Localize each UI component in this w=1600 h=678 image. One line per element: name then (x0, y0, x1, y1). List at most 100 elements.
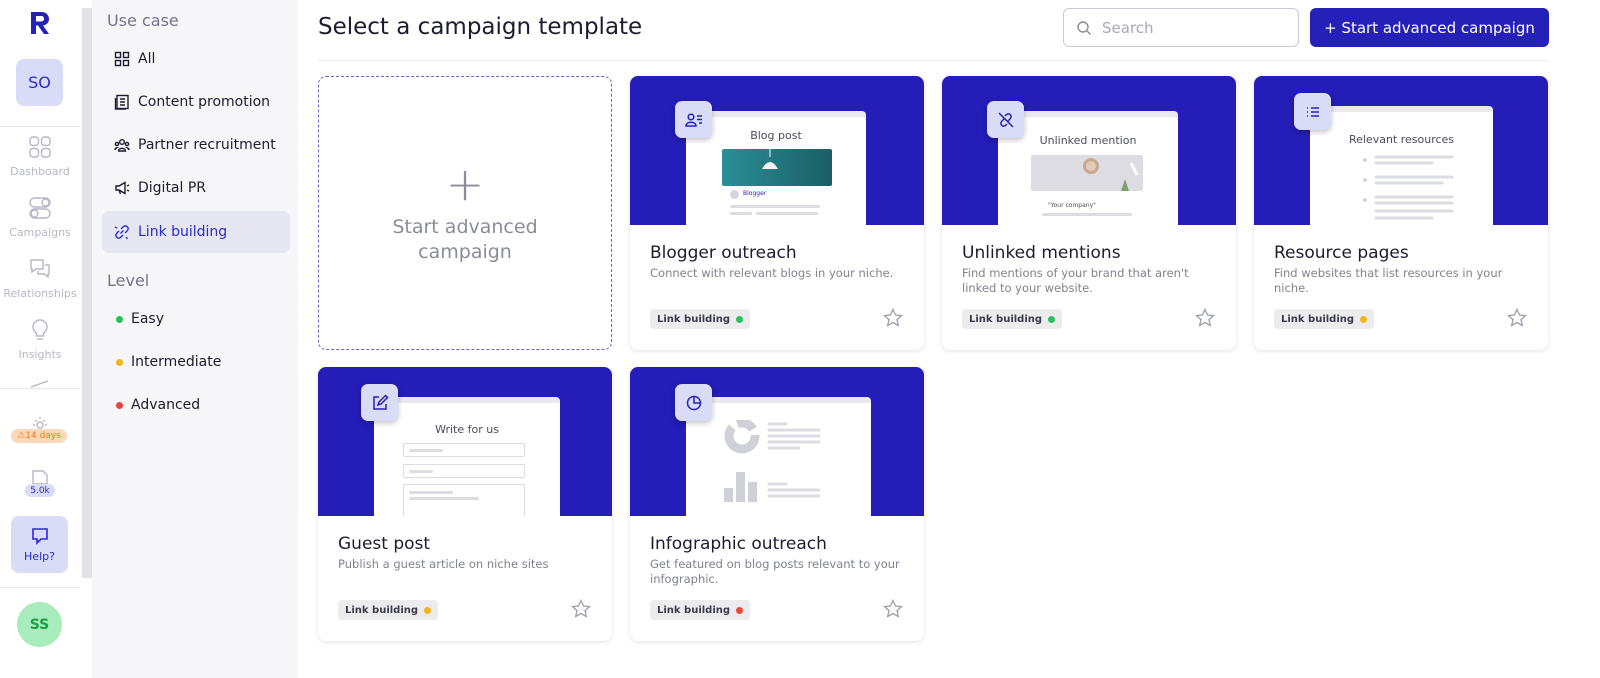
rail-divider (0, 388, 80, 389)
rail-divider (0, 587, 80, 588)
filter-use-case-all[interactable]: All (102, 38, 290, 80)
level-dot-advanced (116, 401, 123, 409)
template-preview: Unlinked mention "Your company" (942, 76, 1236, 225)
link-icon (114, 224, 130, 240)
preview-mockup: Blog post Blogger (686, 111, 866, 225)
list-icon (1294, 93, 1331, 130)
level-dot (1360, 315, 1368, 323)
filter-label: Content promotion (138, 94, 271, 110)
plus-icon: + (445, 157, 485, 211)
star-icon[interactable] (1507, 308, 1527, 328)
template-card-resource-pages[interactable]: Relevant resources Resource pages Find w… (1254, 76, 1548, 350)
chat-bubble-icon (31, 527, 48, 545)
help-button[interactable]: Help? (11, 516, 68, 573)
card-description: Get featured on blog posts relevant to y… (650, 557, 900, 586)
level-dot (736, 606, 744, 614)
star-icon[interactable] (883, 308, 903, 328)
preview-mockup: Write for us (374, 397, 560, 516)
use-case-tag: Link building (962, 309, 1063, 329)
template-card-blogger-outreach[interactable]: Blog post Blogger Blogger outreach Conne… (630, 76, 924, 350)
rail-item-label: Relationships (3, 287, 77, 300)
credits-badge[interactable]: 5.0k (25, 484, 55, 497)
star-icon[interactable] (571, 599, 591, 619)
help-label: Help? (24, 549, 55, 563)
trial-warning-badge[interactable]: ⚠14 days (11, 429, 67, 443)
card-description: Publish a guest article on niche sites (338, 557, 549, 571)
card-title: Guest post (338, 534, 431, 554)
filter-label: Partner recruitment (138, 137, 276, 153)
user-avatar[interactable]: SS (17, 602, 62, 647)
level-dot-easy (116, 315, 123, 323)
template-preview: Blog post Blogger (630, 76, 924, 225)
template-preview: Write for us (318, 367, 612, 516)
infographic-mockup (724, 420, 821, 502)
use-case-tag: Link building (1274, 309, 1375, 329)
mock-title: Blog post (750, 129, 802, 142)
filter-use-case-content-promotion[interactable]: Content promotion (102, 81, 290, 123)
start-advanced-campaign-button[interactable]: + Start advanced campaign (1310, 8, 1549, 47)
card-title: Infographic outreach (650, 534, 827, 554)
resource-list (1363, 155, 1454, 220)
filter-label: Advanced (131, 397, 201, 413)
tag-label: Link building (969, 313, 1043, 325)
start-advanced-campaign-card[interactable]: + Start advanced campaign (318, 76, 612, 350)
rail-scrollbar[interactable] (82, 8, 92, 578)
app-rail: SO Dashboard Campaigns Relationships Ins… (0, 0, 80, 678)
chat-icon (30, 259, 50, 279)
tag-label: Link building (657, 313, 731, 325)
mock-title: Write for us (435, 423, 499, 436)
use-case-tag: Link building (650, 600, 751, 620)
template-card-guest-post[interactable]: Write for us Guest post Publish a guest … (318, 367, 612, 641)
mention-image (1031, 155, 1143, 191)
search-icon (1077, 20, 1091, 35)
filter-label: All (138, 51, 156, 67)
level-dot (1048, 315, 1056, 323)
use-case-heading: Use case (107, 11, 179, 30)
blank-card-label: Start advanced campaign (392, 216, 538, 263)
mock-title: Relevant resources (1348, 133, 1455, 146)
filter-use-case-digital-pr[interactable]: Digital PR (102, 167, 290, 209)
filter-level-easy[interactable]: Easy (102, 298, 290, 340)
text-line (756, 212, 818, 215)
card-title: Blogger outreach (650, 243, 797, 263)
template-card-infographic-outreach[interactable]: Infographic outreach Get featured on blo… (630, 367, 924, 641)
author-avatar (730, 190, 739, 199)
tag-label: Link building (1281, 313, 1355, 325)
filter-level-intermediate[interactable]: Intermediate (102, 341, 290, 383)
mock-title: Unlinked mention (1039, 134, 1137, 147)
rail-item-campaigns[interactable]: Campaigns (0, 196, 80, 239)
star-icon[interactable] (1195, 308, 1215, 328)
inbox-icon[interactable] (30, 468, 50, 484)
search-box[interactable] (1063, 8, 1299, 47)
grid-icon (114, 51, 130, 67)
level-dot (736, 315, 744, 323)
filter-use-case-link-building[interactable]: Link building (102, 211, 290, 253)
unlink-icon (987, 101, 1024, 138)
template-card-unlinked-mentions[interactable]: Unlinked mention "Your company" Unlinked… (942, 76, 1236, 350)
grid-icon (29, 136, 51, 158)
org-avatar[interactable]: SO (16, 59, 63, 106)
rail-item-insights[interactable]: Insights (0, 318, 80, 361)
mock-author: Blogger (743, 190, 767, 197)
rail-item-label: Insights (18, 348, 62, 361)
send-icon[interactable] (28, 380, 52, 388)
card-title: Unlinked mentions (962, 243, 1121, 263)
filter-sidebar: Use case All Content promotion Partner r… (92, 0, 298, 678)
app-logo-icon[interactable] (28, 10, 52, 36)
form-field (403, 464, 525, 478)
rail-item-label: Campaigns (9, 226, 71, 239)
preview-mockup: Unlinked mention "Your company" (998, 111, 1178, 225)
filter-use-case-partner-recruitment[interactable]: Partner recruitment (102, 124, 290, 166)
contact-list-icon (675, 101, 712, 138)
rail-item-dashboard[interactable]: Dashboard (0, 135, 80, 178)
filter-label: Intermediate (131, 354, 222, 370)
text-line (1042, 213, 1132, 216)
filter-label: Link building (138, 224, 228, 240)
use-case-tag: Link building (338, 600, 439, 620)
filter-level-advanced[interactable]: Advanced (102, 384, 290, 426)
rail-item-relationships[interactable]: Relationships (0, 257, 80, 300)
rail-item-label: Dashboard (10, 165, 70, 178)
star-icon[interactable] (883, 599, 903, 619)
search-input[interactable] (1102, 18, 1282, 37)
megaphone-icon (114, 180, 130, 196)
